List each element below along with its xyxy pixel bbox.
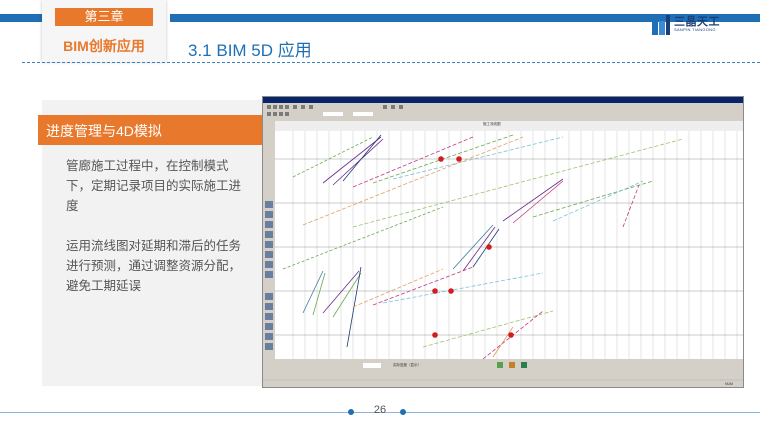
footer-dot-right bbox=[400, 409, 406, 415]
chapter-subtitle: BIM创新应用 bbox=[63, 38, 145, 54]
topic-title: 进度管理与4D模拟 bbox=[46, 123, 162, 139]
chart-heading: 施工流线图 bbox=[483, 122, 501, 126]
footer-dot-left bbox=[348, 409, 354, 415]
paragraph-1: 管廊施工过程中，在控制模式下，定期记录项目的实际施工进度 bbox=[66, 159, 242, 213]
software-screenshot: 施工流线图 实际进度（显示） NUM bbox=[262, 96, 744, 388]
flow-chart-screenshot bbox=[263, 97, 743, 387]
chapter-tag: 第三章 bbox=[55, 8, 153, 26]
section-title: 3.1 BIM 5D 应用 bbox=[188, 41, 312, 60]
page-number: 26 bbox=[373, 404, 387, 416]
company-name-en: SANPIN TIANGONG bbox=[674, 27, 716, 32]
paragraph-2: 运用流线图对延期和滞后的任务进行预测，通过调整资源分配，避免工期延误 bbox=[66, 239, 242, 293]
bottom-label: 实际进度（显示） bbox=[393, 363, 421, 367]
status-text: NUM bbox=[725, 382, 733, 386]
header-divider bbox=[22, 62, 760, 63]
